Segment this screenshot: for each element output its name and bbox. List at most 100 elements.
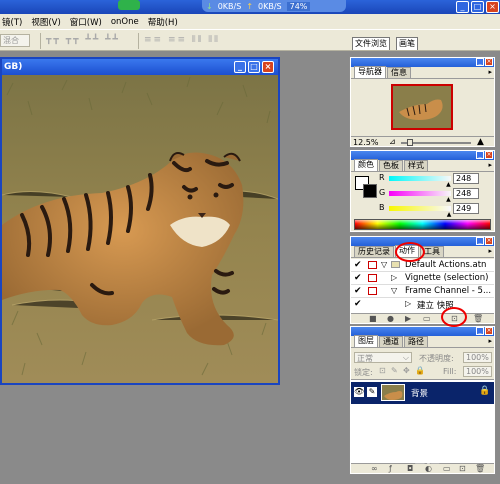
palette-close-button[interactable]: × xyxy=(485,58,493,66)
channel-r-value[interactable]: 248 xyxy=(453,173,479,184)
zoom-value[interactable]: 12.5% xyxy=(353,138,378,147)
annotation-circle-actions-tab xyxy=(395,242,425,262)
palette-menu-arrow-icon[interactable]: ▸ xyxy=(488,337,492,345)
tab-paths[interactable]: 路径 xyxy=(404,336,428,347)
dialog-toggle-icon[interactable] xyxy=(368,274,377,282)
tab-history[interactable]: 历史记录 xyxy=(354,246,394,257)
tab-info[interactable]: 信息 xyxy=(387,67,411,78)
color-ramp[interactable] xyxy=(354,219,491,230)
palette-minimize-button[interactable]: _ xyxy=(476,327,484,335)
menu-help[interactable]: 帮助(H) xyxy=(148,16,178,28)
color-tabs: 颜色 色板 样式 ▸ xyxy=(351,159,494,172)
lock-position-icon[interactable]: ✥ xyxy=(403,366,410,375)
navigator-thumbnail xyxy=(393,86,451,128)
dialog-toggle-icon[interactable] xyxy=(368,261,377,269)
expand-triangle-icon[interactable]: ▽ xyxy=(391,286,397,295)
stop-icon[interactable]: ■ xyxy=(369,314,377,323)
doc-minimize-button[interactable]: _ xyxy=(234,61,246,73)
align-icons[interactable]: ┳┳ ┳┳ ┻┻ ┻┻ xyxy=(46,35,120,45)
blend-field[interactable]: 混合 xyxy=(0,34,30,47)
menu-window[interactable]: 窗口(W) xyxy=(70,16,102,28)
tab-layers[interactable]: 图层 xyxy=(354,335,378,347)
maximize-button[interactable]: □ xyxy=(471,1,484,13)
palette-menu-arrow-icon[interactable]: ▸ xyxy=(488,161,492,169)
list-item[interactable]: ✔ ▷ 建立 快照 xyxy=(351,298,494,311)
minimize-button[interactable]: _ xyxy=(456,1,469,13)
zoom-in-icon[interactable]: ▲ xyxy=(477,137,484,147)
channel-r-thumb-icon[interactable]: ▲ xyxy=(446,181,451,188)
visibility-eye-icon[interactable]: 👁 xyxy=(354,387,364,397)
channel-b-label: B xyxy=(379,203,385,212)
lock-all-icon[interactable]: 🔒 xyxy=(415,366,425,375)
palette-menu-arrow-icon[interactable]: ▸ xyxy=(488,68,492,76)
channel-g-slider[interactable] xyxy=(389,191,451,196)
layer-row-background[interactable]: 👁 ✎ 背景 🔒 xyxy=(351,382,494,404)
record-icon[interactable]: ● xyxy=(387,314,394,323)
dialog-toggle-icon[interactable] xyxy=(368,287,377,295)
blend-mode-select[interactable]: 正常 ⌵ xyxy=(354,352,412,363)
zoom-out-icon[interactable]: ⊿ xyxy=(389,137,396,146)
menu-view[interactable]: 视图(V) xyxy=(31,16,60,28)
palette-close-button[interactable]: × xyxy=(485,151,493,159)
tab-file-browser[interactable]: 文件浏览 xyxy=(352,37,390,50)
tab-color[interactable]: 颜色 xyxy=(354,159,378,171)
distribute-icons[interactable]: ≡≡ ≡≡ ⫴⫴ ⫴⫴ xyxy=(144,35,220,45)
channel-r-label: R xyxy=(379,173,385,182)
lock-image-icon[interactable]: ✎ xyxy=(391,366,398,375)
document-title: GB) xyxy=(4,62,23,72)
trash-icon[interactable]: 🗑 xyxy=(473,314,483,323)
checkmark-icon[interactable]: ✔ xyxy=(354,299,362,309)
palette-menu-arrow-icon[interactable]: ▸ xyxy=(488,247,492,255)
play-icon[interactable]: ▶ xyxy=(405,314,411,323)
checkmark-icon[interactable]: ✔ xyxy=(354,260,362,270)
tab-brushes[interactable]: 画笔 xyxy=(396,37,418,50)
action-label: Frame Channel - 5... xyxy=(405,286,492,296)
layer-thumbnail xyxy=(381,384,405,401)
brush-link-icon[interactable]: ✎ xyxy=(367,387,377,397)
document-window: GB) _ □ × xyxy=(0,57,280,385)
opacity-field[interactable]: 100% xyxy=(463,352,492,363)
palette-minimize-button[interactable]: _ xyxy=(476,151,484,159)
expand-triangle-icon[interactable]: ▽ xyxy=(381,260,387,269)
tab-styles[interactable]: 样式 xyxy=(404,160,428,171)
checkmark-icon[interactable]: ✔ xyxy=(354,273,362,283)
net-percent: 74% xyxy=(286,1,311,11)
layer-lock-icon: 🔒 xyxy=(479,386,491,396)
document-title-bar: GB) _ □ × xyxy=(2,59,278,75)
list-item[interactable]: ✔ ▷ Vignette (selection) xyxy=(351,272,494,285)
palette-minimize-button[interactable]: _ xyxy=(476,58,484,66)
link-layers-icon[interactable]: ∞ xyxy=(371,464,378,473)
channel-b-slider[interactable] xyxy=(389,206,451,211)
lock-transparency-icon[interactable]: ⊡ xyxy=(379,366,386,375)
palette-close-button[interactable]: × xyxy=(485,327,493,335)
channel-b-value[interactable]: 249 xyxy=(453,203,479,214)
doc-maximize-button[interactable]: □ xyxy=(248,61,260,73)
doc-close-button[interactable]: × xyxy=(262,61,274,73)
palette-header: _ × xyxy=(351,237,494,246)
collapsed-triangle-icon[interactable]: ▷ xyxy=(405,299,411,308)
channel-g-thumb-icon[interactable]: ▲ xyxy=(446,196,451,203)
zoom-slider-thumb[interactable] xyxy=(407,139,413,146)
list-item[interactable]: ✔ ▽ Default Actions.atn xyxy=(351,259,494,272)
tab-swatches[interactable]: 色板 xyxy=(379,160,403,171)
image-canvas[interactable] xyxy=(2,75,278,383)
checkmark-icon[interactable]: ✔ xyxy=(354,286,362,296)
palette-minimize-button[interactable]: _ xyxy=(476,237,484,245)
menu-onone[interactable]: onOne xyxy=(111,17,139,27)
chevron-down-icon: ⌵ xyxy=(402,353,409,362)
annotation-circle-new-action xyxy=(441,307,467,327)
tab-channels[interactable]: 通道 xyxy=(379,336,403,347)
background-color-swatch[interactable] xyxy=(363,184,377,198)
channel-b-thumb-icon[interactable]: ▲ xyxy=(447,211,452,218)
new-set-icon[interactable]: ▭ xyxy=(423,314,431,323)
palette-close-button[interactable]: × xyxy=(485,237,493,245)
tab-navigator[interactable]: 导航器 xyxy=(354,66,386,78)
channel-g-value[interactable]: 248 xyxy=(453,188,479,199)
fill-field[interactable]: 100% xyxy=(463,366,492,377)
menu-filter[interactable]: 镜(T) xyxy=(2,16,22,28)
close-button[interactable]: × xyxy=(486,1,499,13)
navigator-preview[interactable] xyxy=(391,84,453,130)
list-item[interactable]: ✔ ▽ Frame Channel - 5... xyxy=(351,285,494,298)
collapsed-triangle-icon[interactable]: ▷ xyxy=(391,273,397,282)
channel-r-slider[interactable] xyxy=(389,176,451,181)
